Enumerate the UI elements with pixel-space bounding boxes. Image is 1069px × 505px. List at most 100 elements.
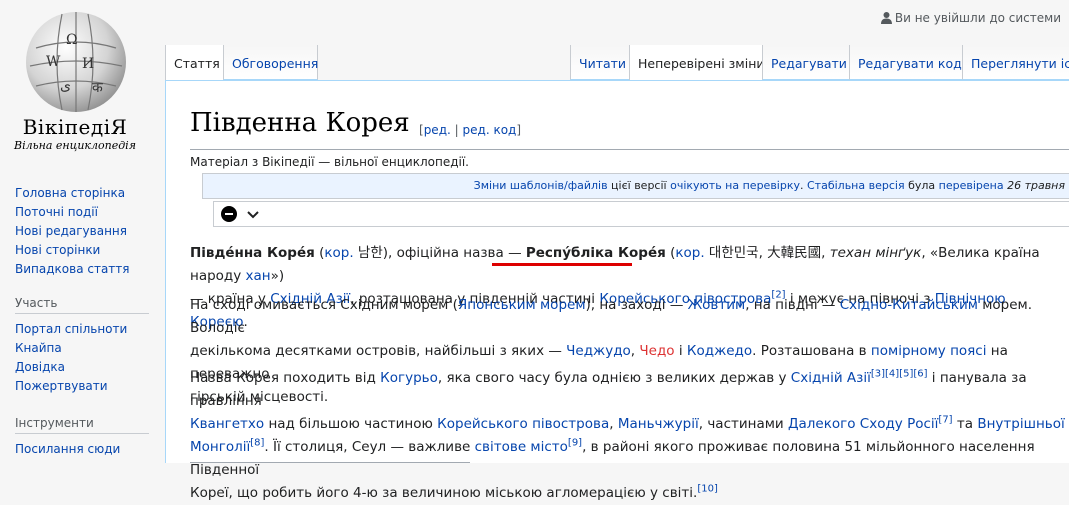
stable-version-link[interactable]: Стабільна версія — [807, 179, 905, 192]
sidebar-item-random-article[interactable]: Випадкова стаття — [15, 262, 130, 276]
page-title: Південна Корея — [190, 108, 410, 138]
logo-wordmark: ВікіпедіЯ — [22, 115, 128, 139]
term-republic-of-korea: Респу́бліка Коре́я — [525, 245, 666, 261]
flagged-text-1: цієї версії — [607, 179, 671, 192]
link-russian-far-east[interactable]: Далекого Сходу Росії — [788, 416, 938, 432]
flagged-revs-toggle[interactable] — [213, 201, 1069, 227]
text: ( — [314, 245, 325, 261]
svg-text:W: W — [46, 54, 61, 70]
flagged-text-3: була — [904, 179, 939, 192]
sidebar-heading-tools: Інструменти — [15, 416, 149, 434]
text: ( — [665, 245, 676, 261]
reference-link[interactable]: [8] — [250, 438, 264, 449]
template-changes-link[interactable]: Зміни шаблонів/файлів — [474, 179, 608, 192]
link-global-city[interactable]: світове місто — [475, 439, 568, 455]
link-sea-of-japan[interactable]: Японським морем — [458, 297, 586, 313]
flagged-revs-notice: Зміни шаблонів/файлів цієї версії очікую… — [202, 173, 1069, 199]
tab-article[interactable]: Стаття — [165, 45, 223, 80]
content-area: Південна Корея [ред. | ред. код] Матеріа… — [165, 80, 1069, 501]
text: ), на заході — — [585, 297, 688, 313]
personal-tools: Ви не увійшли до системи — [880, 11, 1061, 25]
sidebar-item-help[interactable]: Довідка — [15, 360, 65, 374]
link-inner-mongolia-2[interactable]: Монголії — [190, 439, 250, 455]
sidebar-item-recent-changes[interactable]: Нові редагування — [15, 224, 127, 238]
edit-link[interactable]: ред. — [424, 123, 451, 137]
title-divider — [190, 149, 1069, 150]
link-inner-mongolia[interactable]: Внутрішньої — [977, 416, 1064, 432]
text: Назва Корея походить від — [190, 370, 381, 386]
globe-logo-icon: Ω W И ی क — [26, 12, 126, 112]
user-icon — [880, 12, 892, 24]
link-korean-peninsula-2[interactable]: Корейського півострова — [437, 416, 609, 432]
sidebar-item-community-portal[interactable]: Портал спільноти — [15, 322, 127, 336]
sidebar-navigation: Головна сторінка Поточні події Нові реда… — [15, 184, 130, 279]
edit-source-link[interactable]: ред. код — [463, 123, 517, 137]
link-han[interactable]: хан — [246, 268, 271, 284]
tab-edit[interactable]: Редагувати — [762, 45, 849, 80]
text: 남한), офіційна назва — — [353, 245, 526, 261]
logo-tagline: Вільна енциклопедія — [14, 139, 136, 152]
reference-link[interactable]: [3][4][5][6] — [871, 369, 928, 380]
text: і — [674, 343, 687, 359]
minus-circle-icon — [221, 206, 237, 222]
tab-talk[interactable]: Обговорення — [223, 45, 318, 80]
text: Кореї, що робить його 4-ю за величиною м… — [190, 485, 698, 501]
not-logged-in-text: Ви не увійшли до системи — [894, 11, 1061, 25]
tab-read[interactable]: Читати — [570, 45, 629, 80]
svg-text:Ω: Ω — [66, 32, 78, 48]
text: ») — [270, 268, 285, 284]
tab-pending-changes[interactable]: Неперевірені зміни — [629, 45, 765, 80]
link-korean-2[interactable]: кор. — [675, 245, 704, 261]
text: . Її столиця, Сеул — важливе — [264, 439, 475, 455]
reference-link[interactable]: [10] — [697, 484, 718, 495]
reference-link[interactable]: [7] — [938, 415, 952, 426]
text: , на півдні — — [745, 297, 840, 313]
edit-separator: | — [454, 123, 459, 137]
paragraph-3: Назва Корея походить від Когурьо, яка св… — [190, 367, 1066, 505]
sidebar-item-village-pump[interactable]: Кнайпа — [15, 341, 62, 355]
tab-edit-source[interactable]: Редагувати код — [849, 45, 962, 80]
wikipedia-logo[interactable]: Ω W И ی क ВікіпедіЯ Вільна енциклопедія — [0, 0, 160, 160]
text: , — [609, 416, 618, 432]
sidebar-item-what-links-here[interactable]: Посилання сюди — [15, 442, 120, 456]
sidebar-tools: Інструменти Посилання сюди — [15, 416, 149, 459]
link-east-asia-2[interactable]: Східній Азії — [791, 370, 871, 386]
review-date: 26 травня — [1003, 179, 1065, 192]
sidebar-item-new-pages[interactable]: Нові сторінки — [15, 243, 100, 257]
reviewed-link[interactable]: перевірена — [939, 179, 1004, 192]
link-gwanggaeto[interactable]: Квангетхо — [190, 416, 264, 432]
red-underline-annotation — [492, 263, 632, 266]
link-jejudo[interactable]: Чеджудо — [566, 343, 631, 359]
sidebar-item-current-events[interactable]: Поточні події — [15, 205, 98, 219]
awaiting-review-link[interactable]: очікують на перевірку — [670, 179, 800, 192]
flagged-text-2: . — [800, 179, 807, 192]
link-geojedo[interactable]: Коджедо — [687, 343, 752, 359]
link-chedo-missing[interactable]: Чедо — [639, 343, 674, 359]
title-edit-links: [ред. | ред. код] — [419, 123, 522, 137]
sidebar-item-main-page[interactable]: Головна сторінка — [15, 186, 125, 200]
text: 대한민국, 大韓民國, — [704, 245, 830, 261]
svg-text:И: И — [82, 56, 94, 72]
site-sub: Матеріал з Вікіпедії — вільної енциклопе… — [190, 155, 469, 169]
sidebar-item-donate[interactable]: Пожертвувати — [15, 379, 108, 393]
sidebar-participation: Участь Портал спільноти Кнайпа Довідка П… — [15, 296, 149, 396]
sidebar-heading-participation: Участь — [15, 296, 149, 314]
text: , частинами — [698, 416, 788, 432]
link-yellow-sea[interactable]: Жовтим — [688, 297, 746, 313]
text: , яка свого часу була однією з великих д… — [437, 370, 791, 386]
term-south-korea: Півде́нна Коре́я — [190, 245, 315, 261]
text: та — [952, 416, 978, 432]
link-goguryeo[interactable]: Когурьо — [380, 370, 438, 386]
text: . Розташована в — [752, 343, 871, 359]
tab-view-history[interactable]: Переглянути іст — [962, 45, 1069, 80]
svg-text:क: क — [92, 80, 103, 96]
transliteration: техан мінґук — [829, 245, 922, 261]
link-manchuria[interactable]: Маньчжурії — [618, 416, 699, 432]
chevron-down-icon[interactable] — [246, 206, 260, 222]
text: На сході омивається Східним морем ( — [190, 297, 458, 313]
link-temperate-zone[interactable]: помірному поясі — [871, 343, 987, 359]
link-east-china-sea[interactable]: Східно-Китайським — [840, 297, 978, 313]
link-korean[interactable]: кор. — [324, 245, 353, 261]
reference-link[interactable]: [9] — [568, 438, 582, 449]
text: над більшою частиною — [264, 416, 438, 432]
